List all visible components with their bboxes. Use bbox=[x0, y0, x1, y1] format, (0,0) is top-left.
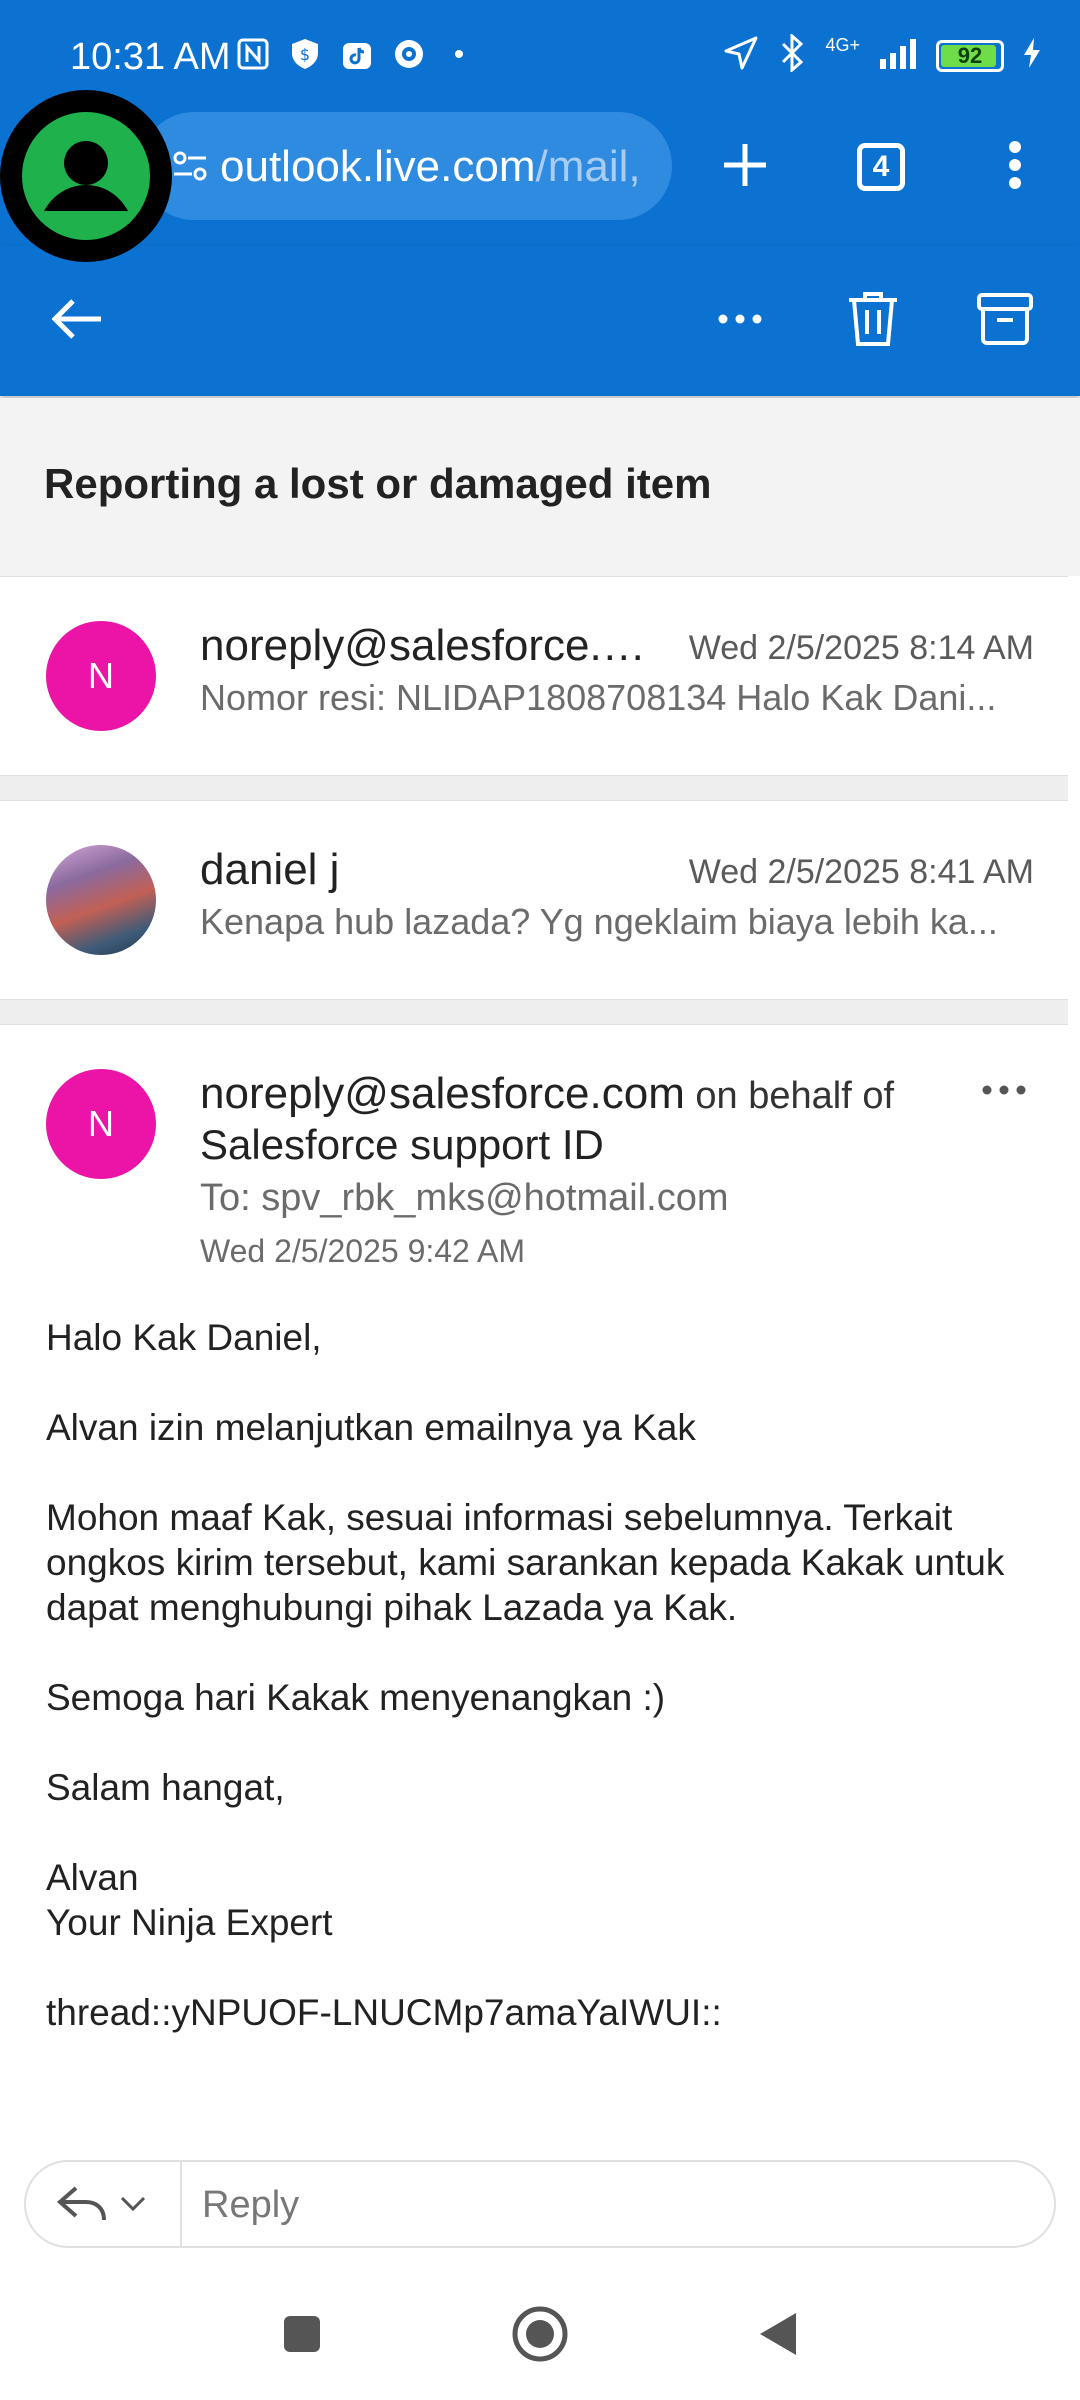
browser-menu-button[interactable] bbox=[980, 132, 1050, 202]
message-date: Wed 2/5/2025 8:14 AM bbox=[688, 629, 1034, 667]
more-options-button[interactable] bbox=[705, 286, 775, 356]
home-circle-icon bbox=[510, 2304, 570, 2369]
more-horizontal-icon bbox=[981, 1083, 1027, 1101]
address-bar[interactable]: outlook.live.com/mail, bbox=[140, 112, 672, 220]
reply-bar: Reply bbox=[24, 2160, 1056, 2248]
message-item[interactable]: daniel j Wed 2/5/2025 8:41 AM Kenapa hub… bbox=[0, 800, 1068, 1000]
body-paragraph: Semoga hari Kakak menyenangkan :) bbox=[46, 1677, 666, 1718]
site-settings-icon[interactable] bbox=[170, 148, 210, 189]
url-host: outlook.live.com bbox=[220, 142, 536, 191]
divider bbox=[0, 1000, 1068, 1024]
sender-organization: Salesforce support ID bbox=[200, 1121, 604, 1168]
body-paragraph: Salam hangat, bbox=[46, 1767, 285, 1808]
reply-input[interactable]: Reply bbox=[202, 2184, 299, 2227]
nfc-icon bbox=[235, 36, 271, 72]
sender-name: daniel j bbox=[200, 845, 340, 894]
reply-divider bbox=[180, 2162, 182, 2246]
battery-indicator: 92 bbox=[936, 39, 1004, 72]
tab-switcher-icon: 4 bbox=[857, 143, 905, 191]
tiktok-icon bbox=[339, 36, 375, 72]
message-more-button[interactable] bbox=[974, 1077, 1034, 1107]
back-triangle-icon bbox=[756, 2309, 800, 2364]
signal-icon bbox=[878, 37, 918, 74]
message-body: Halo Kak Daniel, Alvan izin melanjutkan … bbox=[46, 1315, 1028, 2080]
status-system-icons: 4G+ 92 bbox=[723, 32, 1042, 77]
url-path: /mail, bbox=[535, 142, 641, 191]
sender-avatar: N bbox=[46, 1069, 156, 1179]
user-profile-icon bbox=[22, 112, 150, 240]
message-date: Wed 2/5/2025 8:41 AM bbox=[688, 853, 1034, 891]
recents-square-icon bbox=[282, 2314, 322, 2359]
on-behalf-label: on behalf of bbox=[684, 1075, 895, 1117]
sender-avatar: N bbox=[46, 621, 156, 731]
back-button[interactable] bbox=[42, 286, 112, 356]
divider bbox=[0, 776, 1068, 800]
new-tab-button[interactable] bbox=[710, 132, 780, 202]
recipient-line[interactable]: To: spv_rbk_mks@hotmail.com bbox=[200, 1177, 729, 1220]
delete-button[interactable] bbox=[838, 286, 908, 356]
more-notifications-dot bbox=[455, 50, 463, 58]
subject-header: Reporting a lost or damaged item bbox=[0, 398, 1080, 576]
status-bar: 10:31 AM $ 4G+ 92 bbox=[0, 0, 1080, 112]
location-arrow-icon bbox=[723, 35, 759, 76]
message-preview: Nomor resi: NLIDAP1808708134 Halo Kak Da… bbox=[200, 677, 997, 718]
email-subject: Reporting a lost or damaged item bbox=[44, 460, 712, 507]
home-button[interactable] bbox=[510, 2306, 570, 2366]
new-tab-plus-icon bbox=[720, 140, 770, 195]
body-paragraph: Halo Kak Daniel, bbox=[46, 1317, 322, 1358]
sender-name: noreply@salesforce.c... bbox=[200, 621, 660, 670]
status-notification-icons: $ bbox=[235, 36, 463, 72]
mail-action-bar bbox=[0, 246, 1080, 396]
body-paragraph: Mohon maaf Kak, sesuai informasi sebelum… bbox=[46, 1497, 1005, 1628]
back-nav-button[interactable] bbox=[748, 2306, 808, 2366]
message-item[interactable]: N noreply@salesforce.c... Wed 2/5/2025 8… bbox=[0, 576, 1068, 776]
circle-app-icon bbox=[391, 36, 427, 72]
delete-trash-icon bbox=[847, 290, 899, 353]
chevron-down-icon bbox=[120, 2196, 146, 2217]
url-text[interactable]: outlook.live.com/mail, bbox=[220, 142, 641, 192]
open-message: N noreply@salesforce.com on behalf of Sa… bbox=[0, 1024, 1068, 2140]
reply-arrow-icon bbox=[56, 2184, 108, 2229]
bluetooth-icon bbox=[777, 32, 807, 77]
recents-button[interactable] bbox=[272, 2306, 332, 2366]
floating-bubble-avatar[interactable] bbox=[0, 90, 172, 262]
status-time: 10:31 AM bbox=[70, 36, 231, 78]
more-horizontal-icon bbox=[717, 312, 763, 330]
body-paragraph: Alvan Your Ninja Expert bbox=[46, 1857, 333, 1943]
archive-icon bbox=[976, 292, 1034, 351]
browser-menu-icon bbox=[1008, 140, 1022, 195]
sender-email[interactable]: noreply@salesforce.com bbox=[200, 1069, 685, 1118]
message-preview: Kenapa hub lazada? Yg ngeklaim biaya leb… bbox=[200, 901, 998, 942]
body-paragraph: thread::yNPUOF-LNUCMp7amaYaIWUI:: bbox=[46, 1992, 722, 2033]
body-paragraph: Alvan izin melanjutkan emailnya ya Kak bbox=[46, 1407, 696, 1448]
reply-options-button[interactable] bbox=[56, 2180, 166, 2232]
battery-level: 92 bbox=[957, 42, 983, 68]
svg-text:$: $ bbox=[300, 45, 310, 64]
charging-bolt-icon bbox=[1022, 37, 1042, 74]
system-navigation-bar bbox=[0, 2270, 1080, 2400]
back-arrow-icon bbox=[49, 297, 105, 346]
sender-photo-avatar bbox=[46, 845, 156, 955]
tab-switcher-button[interactable]: 4 bbox=[846, 132, 916, 202]
shield-dollar-icon: $ bbox=[287, 36, 323, 72]
archive-button[interactable] bbox=[970, 286, 1040, 356]
sender-line: noreply@salesforce.com on behalf of bbox=[200, 1069, 894, 1119]
message-date: Wed 2/5/2025 9:42 AM bbox=[200, 1233, 525, 1269]
network-type: 4G+ bbox=[825, 35, 860, 55]
